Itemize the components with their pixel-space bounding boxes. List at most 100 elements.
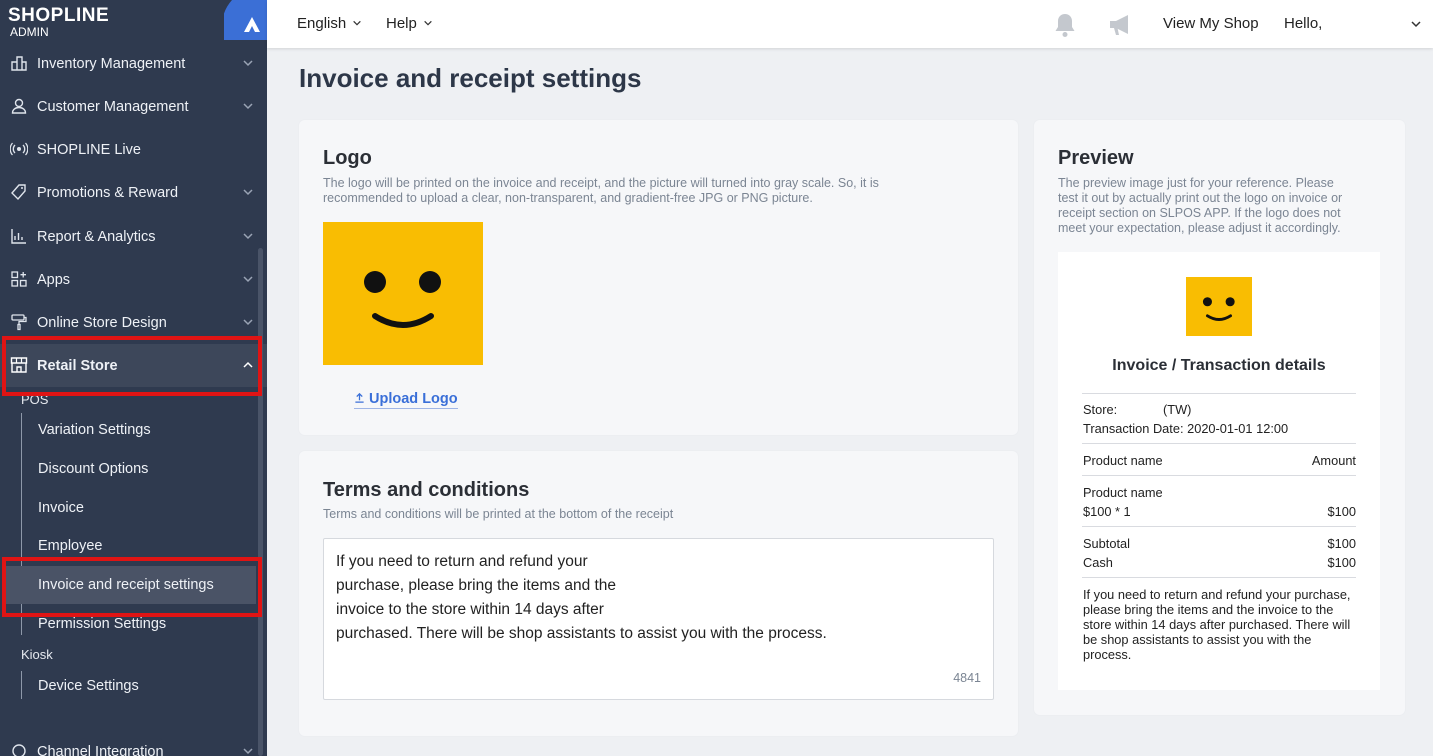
- help-label: Help: [386, 15, 417, 32]
- sidebar-scrollbar[interactable]: [258, 248, 263, 756]
- account-chevron-down-icon[interactable]: [1410, 18, 1422, 30]
- view-my-shop-link[interactable]: View My Shop: [1163, 15, 1259, 32]
- sidebar-item-apps[interactable]: Apps: [0, 258, 267, 301]
- inventory-icon: [11, 56, 27, 71]
- sidebar-item-customer[interactable]: Customer Management: [0, 85, 267, 128]
- chevron-down-icon: [243, 748, 253, 755]
- page-title: Invoice and receipt settings: [299, 63, 642, 93]
- help-dropdown[interactable]: Help: [386, 15, 433, 32]
- smiley-face-icon: [364, 271, 441, 328]
- preview-card-description: The preview image just for your referenc…: [1058, 176, 1388, 236]
- chevron-down-icon: [243, 189, 253, 196]
- preview-desc-line: test it out by actually print out the lo…: [1058, 191, 1343, 205]
- upload-icon: [355, 392, 364, 403]
- highlight-box-retail-store: [2, 336, 262, 396]
- receipt-divider: [1082, 475, 1356, 476]
- preview-card-title: Preview: [1058, 147, 1134, 169]
- chevron-down-icon: [243, 319, 253, 326]
- receipt-divider: [1082, 577, 1356, 578]
- sidebar-item-channel-integration[interactable]: Channel Integration: [0, 730, 267, 756]
- chevron-down-icon: [424, 20, 432, 26]
- receipt-col-amount: Amount: [1311, 453, 1356, 468]
- receipt-cash-label: Cash: [1083, 555, 1113, 570]
- group-label-kiosk: Kiosk: [21, 647, 53, 662]
- receipt-store-value: (TW): [1163, 402, 1192, 417]
- chevron-down-icon: [243, 103, 253, 110]
- receipt-title: Invoice / Transaction details: [1112, 357, 1326, 374]
- terms-textarea[interactable]: If you need to return and refund your pu…: [323, 538, 994, 700]
- sidebar-item-promotions[interactable]: Promotions & Reward: [0, 171, 267, 214]
- receipt-divider: [1082, 443, 1356, 444]
- receipt-terms: If you need to return and refund your pu…: [1083, 587, 1351, 662]
- sidebar-item-label: Promotions & Reward: [37, 184, 179, 201]
- megaphone-icon[interactable]: [1107, 12, 1135, 38]
- brand-corner-icon: [224, 0, 267, 40]
- sidebar-sub-device-settings[interactable]: Device Settings: [6, 667, 256, 705]
- bell-icon[interactable]: [1053, 12, 1077, 38]
- brand-sub: ADMIN: [10, 25, 49, 39]
- sidebar-item-label: Inventory Management: [37, 55, 186, 72]
- receipt-divider: [1082, 526, 1356, 527]
- logo-card-description: The logo will be printed on the invoice …: [323, 176, 1003, 206]
- character-counter: 4841: [953, 671, 981, 685]
- paint-roller-icon: [11, 314, 27, 331]
- sidebar-item-label: Channel Integration: [37, 743, 164, 756]
- terms-line: invoice to the store within 14 days afte…: [336, 601, 604, 618]
- live-icon: [10, 142, 28, 156]
- brand-logo[interactable]: SHOPLINE ADMIN: [8, 5, 110, 39]
- channel-icon: [12, 744, 26, 756]
- logo-desc-line: The logo will be printed on the invoice …: [323, 176, 879, 190]
- language-dropdown[interactable]: English: [297, 15, 362, 32]
- sidebar-item-live[interactable]: SHOPLINE Live: [0, 128, 267, 171]
- terms-line: purchase, please bring the items and the: [336, 577, 617, 594]
- terms-card-description: Terms and conditions will be printed at …: [323, 507, 674, 521]
- terms-card: Terms and conditions Terms and condition…: [299, 451, 1018, 736]
- upload-logo-label: Upload Logo: [369, 391, 458, 407]
- receipt-subtotal-value: $100: [1327, 536, 1356, 551]
- receipt-preview: Invoice / Transaction details Store: (TW…: [1058, 252, 1380, 690]
- user-icon: [11, 98, 27, 114]
- receipt-cash-value: $100: [1327, 555, 1356, 570]
- account-greeting[interactable]: Hello,: [1284, 15, 1322, 32]
- logo-image: [323, 222, 483, 365]
- receipt-transaction-date: Transaction Date: 2020-01-01 12:00: [1083, 421, 1289, 436]
- sidebar-sub-variation-settings[interactable]: Variation Settings: [6, 411, 256, 449]
- sidebar-sub-discount-options[interactable]: Discount Options: [6, 450, 256, 488]
- chevron-down-icon: [243, 233, 253, 240]
- receipt-item-name: Product name: [1083, 485, 1163, 500]
- terms-line: purchased. There will be shop assistants…: [336, 625, 827, 642]
- sidebar-item-label: SHOPLINE Live: [37, 141, 141, 158]
- language-label: English: [297, 15, 347, 32]
- chevron-down-icon: [353, 20, 362, 26]
- chevron-down-icon: [243, 60, 253, 67]
- sidebar-item-label: Report & Analytics: [37, 228, 156, 245]
- receipt-divider: [1082, 393, 1356, 394]
- top-bar: English Help View My Shop Hello,: [267, 0, 1433, 48]
- brand-name: SHOPLINE: [8, 5, 110, 26]
- preview-desc-line: meet your expectation, please adjust it …: [1058, 221, 1341, 235]
- sidebar-item-label: Apps: [37, 271, 71, 288]
- sidebar-sub-invoice[interactable]: Invoice: [6, 489, 256, 527]
- terms-card-title: Terms and conditions: [323, 479, 530, 501]
- preview-desc-line: The preview image just for your referenc…: [1058, 176, 1334, 190]
- chart-icon: [11, 229, 26, 244]
- sidebar-item-inventory[interactable]: Inventory Management: [0, 42, 267, 85]
- sidebar-item-label: Customer Management: [37, 98, 189, 115]
- sidebar: SHOPLINE ADMIN Inventory Management Cust…: [0, 0, 267, 756]
- preview-desc-line: receipt section on SLPOS APP. If the log…: [1058, 206, 1341, 220]
- logo-card-title: Logo: [323, 147, 372, 169]
- highlight-box-invoice-receipt: [2, 557, 262, 617]
- preview-card: Preview The preview image just for your …: [1034, 120, 1405, 715]
- logo-card: Logo The logo will be printed on the inv…: [299, 120, 1018, 435]
- sidebar-item-label: Online Store Design: [37, 314, 167, 331]
- receipt-store-label: Store:: [1083, 402, 1118, 417]
- receipt-item-amount: $100: [1327, 504, 1356, 519]
- apps-icon: [11, 271, 27, 287]
- receipt-logo: [1186, 277, 1252, 336]
- receipt-item-qty: $100 * 1: [1083, 504, 1131, 519]
- chevron-down-icon: [243, 276, 253, 283]
- upload-logo-button[interactable]: Upload Logo: [354, 391, 458, 409]
- sidebar-item-report[interactable]: Report & Analytics: [0, 215, 267, 258]
- receipt-col-product: Product name: [1083, 453, 1163, 468]
- receipt-subtotal-label: Subtotal: [1083, 536, 1130, 551]
